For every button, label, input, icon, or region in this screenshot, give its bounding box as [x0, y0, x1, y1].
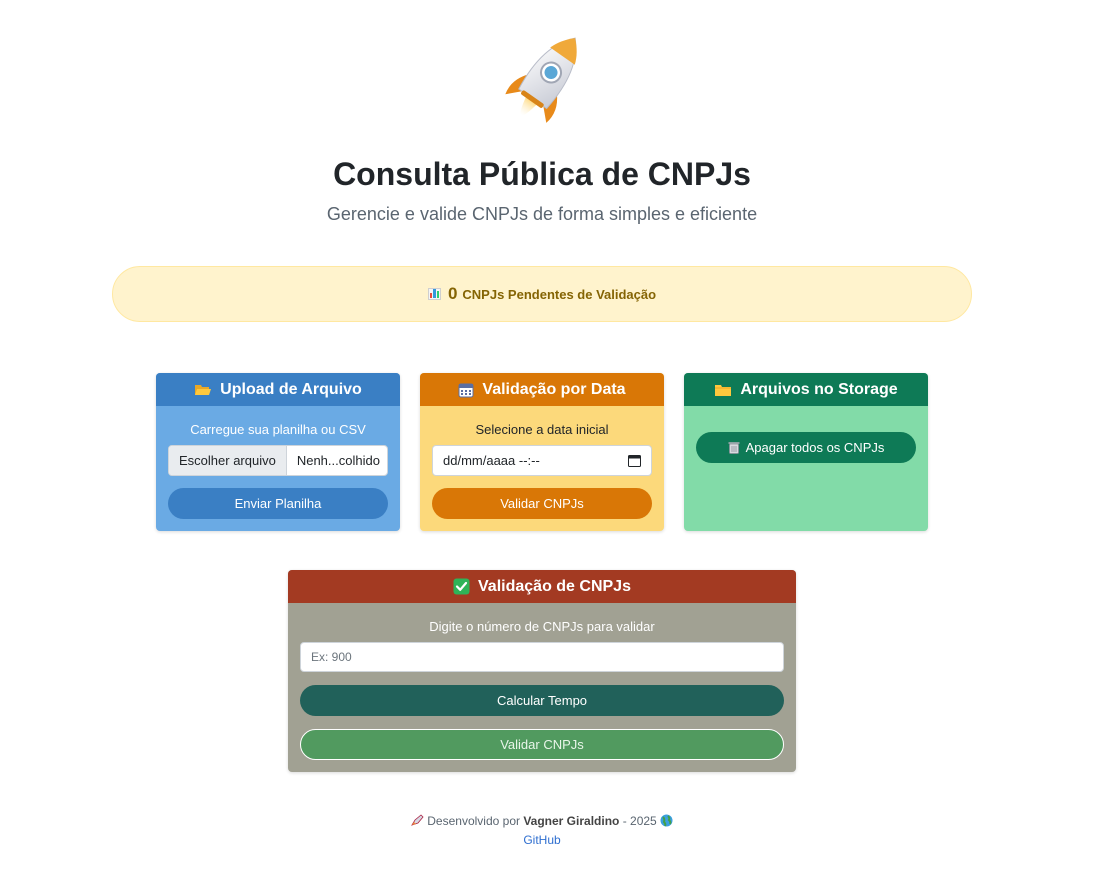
calculate-time-button[interactable]: Calcular Tempo [300, 685, 784, 716]
github-link[interactable]: GitHub [0, 833, 1084, 847]
date-card: Validação por Data Selecione a data inic… [420, 373, 664, 531]
page-title: Consulta Pública de CNPJs [333, 156, 751, 192]
storage-card-title: Arquivos no Storage [740, 380, 898, 398]
pending-count: 0 [447, 284, 458, 303]
date-placeholder: dd/mm/aaaa --:-- [443, 453, 540, 468]
storage-card-header: Arquivos no Storage [684, 373, 928, 406]
date-input[interactable]: dd/mm/aaaa --:-- [432, 445, 652, 476]
footer-suffix: - 2025 [622, 814, 657, 828]
folder-icon [715, 384, 732, 396]
pending-banner: 0 CNPJs Pendentes de Validação [112, 266, 972, 322]
rocket-logo [488, 24, 598, 142]
date-card-title: Validação por Data [482, 380, 626, 398]
open-folder-icon [195, 384, 212, 395]
footer-author: Vagner Giraldino [523, 814, 620, 828]
delete-all-button[interactable]: Apagar todos os CNPJs [696, 432, 916, 463]
validation-card: Validação de CNPJs Digite o número de CN… [288, 570, 796, 772]
bar-chart-icon [427, 288, 441, 300]
calendar-picker-icon[interactable] [628, 454, 641, 467]
validation-card-header: Validação de CNPJs [288, 570, 796, 603]
delete-all-label: Apagar todos os CNPJs [745, 440, 885, 455]
validation-card-title: Validação de CNPJs [478, 577, 631, 595]
trash-icon [728, 442, 740, 454]
upload-card-header: Upload de Arquivo [156, 373, 400, 406]
footer-prefix: Desenvolvido por [427, 814, 520, 828]
date-card-header: Validação por Data [420, 373, 664, 406]
validate-by-date-button[interactable]: Validar CNPJs [432, 488, 652, 519]
upload-card-title: Upload de Arquivo [220, 380, 362, 398]
page-subtitle: Gerencie e valide CNPJs de forma simples… [326, 204, 758, 224]
file-input[interactable]: Escolher arquivo Nenh...colhido [168, 445, 388, 476]
calendar-icon [458, 383, 474, 397]
pending-label: CNPJs Pendentes de Validação [462, 286, 657, 302]
globe-icon [660, 814, 673, 827]
validation-label: Digite o número de CNPJs para validar [429, 619, 655, 634]
cnpj-count-input[interactable]: Ex: 900 [300, 642, 784, 672]
upload-label: Carregue sua planilha ou CSV [190, 422, 366, 437]
date-label: Selecione a data inicial [475, 422, 609, 437]
check-icon [453, 578, 470, 595]
upload-card: Upload de Arquivo Carregue sua planilha … [156, 373, 400, 531]
file-none-label: Nenh...colhido [296, 453, 380, 468]
footer: Desenvolvido por Vagner Giraldino - 2025 [0, 814, 1084, 828]
send-spreadsheet-button[interactable]: Enviar Planilha [168, 488, 388, 519]
rocket-icon [411, 814, 424, 826]
storage-card: Arquivos no Storage Apagar todos os CNPJ… [684, 373, 928, 531]
validate-cnpjs-button[interactable]: Validar CNPJs [300, 729, 784, 760]
choose-file-button[interactable]: Escolher arquivo [169, 446, 287, 475]
